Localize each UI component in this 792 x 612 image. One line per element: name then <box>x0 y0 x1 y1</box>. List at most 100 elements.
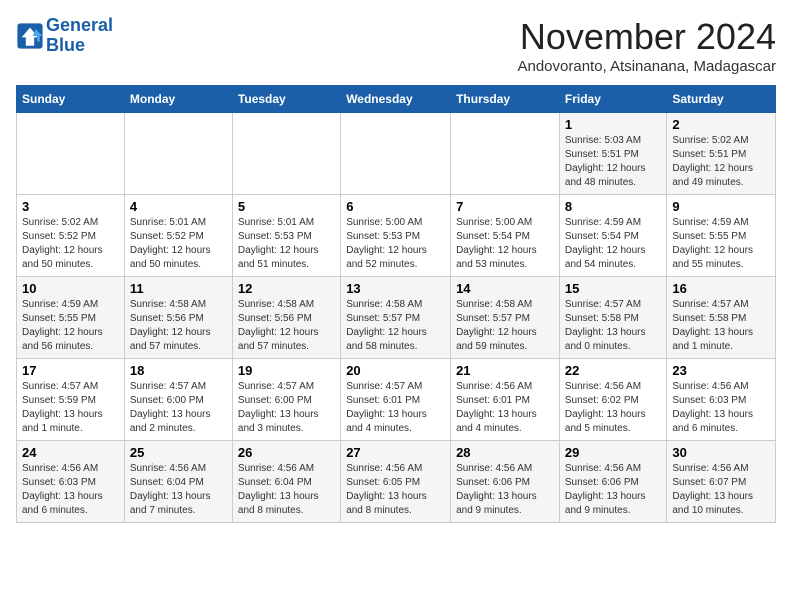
day-info: Sunrise: 5:03 AM Sunset: 5:51 PM Dayligh… <box>565 134 661 190</box>
day-info: Sunrise: 4:58 AM Sunset: 5:57 PM Dayligh… <box>346 298 445 354</box>
day-info: Sunrise: 4:56 AM Sunset: 6:06 PM Dayligh… <box>565 462 661 518</box>
day-info: Sunrise: 4:56 AM Sunset: 6:02 PM Dayligh… <box>565 380 661 436</box>
calendar-cell: 18 Sunrise: 4:57 AM Sunset: 6:00 PM Dayli… <box>124 359 232 441</box>
logo-icon <box>16 22 44 50</box>
day-info: Sunrise: 5:01 AM Sunset: 5:52 PM Dayligh… <box>130 216 227 272</box>
calendar-week-3: 10 Sunrise: 4:59 AM Sunset: 5:55 PM Dayli… <box>17 277 776 359</box>
day-number: 23 <box>672 363 770 378</box>
day-number: 18 <box>130 363 227 378</box>
day-info: Sunrise: 4:58 AM Sunset: 5:57 PM Dayligh… <box>456 298 554 354</box>
calendar-header: Sunday Monday Tuesday Wednesday Thursday… <box>17 86 776 113</box>
day-number: 24 <box>22 445 119 460</box>
calendar-cell: 12 Sunrise: 4:58 AM Sunset: 5:56 PM Dayli… <box>232 277 340 359</box>
calendar-week-2: 3Sunrise: 5:02 AM Sunset: 5:52 PM Daylig… <box>17 195 776 277</box>
logo: General Blue <box>16 16 113 56</box>
calendar-cell <box>451 113 560 195</box>
day-number: 4 <box>130 199 227 214</box>
month-title: November 2024 <box>517 16 776 58</box>
calendar-cell: 8Sunrise: 4:59 AM Sunset: 5:54 PM Daylig… <box>559 195 666 277</box>
day-info: Sunrise: 4:57 AM Sunset: 5:59 PM Dayligh… <box>22 380 119 436</box>
calendar-cell: 20 Sunrise: 4:57 AM Sunset: 6:01 PM Dayli… <box>341 359 451 441</box>
day-number: 11 <box>130 281 227 296</box>
day-number: 30 <box>672 445 770 460</box>
day-info: Sunrise: 4:56 AM Sunset: 6:03 PM Dayligh… <box>672 380 770 436</box>
col-friday: Friday <box>559 86 666 113</box>
calendar-week-4: 17 Sunrise: 4:57 AM Sunset: 5:59 PM Dayli… <box>17 359 776 441</box>
calendar-cell: 28Sunrise: 4:56 AM Sunset: 6:06 PM Dayli… <box>451 441 560 523</box>
calendar-cell: 11 Sunrise: 4:58 AM Sunset: 5:56 PM Dayli… <box>124 277 232 359</box>
day-info: Sunrise: 4:56 AM Sunset: 6:07 PM Dayligh… <box>672 462 770 518</box>
col-sunday: Sunday <box>17 86 125 113</box>
day-info: Sunrise: 4:57 AM Sunset: 5:58 PM Dayligh… <box>672 298 770 354</box>
day-number: 26 <box>238 445 335 460</box>
calendar-cell: 19 Sunrise: 4:57 AM Sunset: 6:00 PM Dayli… <box>232 359 340 441</box>
day-number: 12 <box>238 281 335 296</box>
day-number: 15 <box>565 281 661 296</box>
col-tuesday: Tuesday <box>232 86 340 113</box>
calendar-cell: 5Sunrise: 5:01 AM Sunset: 5:53 PM Daylig… <box>232 195 340 277</box>
title-section: November 2024 Andovoranto, Atsinanana, M… <box>517 16 776 75</box>
day-number: 7 <box>456 199 554 214</box>
day-number: 27 <box>346 445 445 460</box>
day-info: Sunrise: 4:58 AM Sunset: 5:56 PM Dayligh… <box>130 298 227 354</box>
day-number: 17 <box>22 363 119 378</box>
day-info: Sunrise: 5:00 AM Sunset: 5:54 PM Dayligh… <box>456 216 554 272</box>
calendar-body: 1 Sunrise: 5:03 AM Sunset: 5:51 PM Daylig… <box>17 113 776 523</box>
calendar-week-5: 24Sunrise: 4:56 AM Sunset: 6:03 PM Dayli… <box>17 441 776 523</box>
location-subtitle: Andovoranto, Atsinanana, Madagascar <box>517 58 776 75</box>
calendar-cell: 10 Sunrise: 4:59 AM Sunset: 5:55 PM Dayli… <box>17 277 125 359</box>
day-number: 20 <box>346 363 445 378</box>
day-info: Sunrise: 4:59 AM Sunset: 5:55 PM Dayligh… <box>22 298 119 354</box>
calendar-cell: 6Sunrise: 5:00 AM Sunset: 5:53 PM Daylig… <box>341 195 451 277</box>
calendar-cell: 2Sunrise: 5:02 AM Sunset: 5:51 PM Daylig… <box>667 113 776 195</box>
calendar-cell: 4 Sunrise: 5:01 AM Sunset: 5:52 PM Daylig… <box>124 195 232 277</box>
calendar-cell <box>17 113 125 195</box>
day-number: 14 <box>456 281 554 296</box>
calendar-cell: 1 Sunrise: 5:03 AM Sunset: 5:51 PM Daylig… <box>559 113 666 195</box>
calendar-week-1: 1 Sunrise: 5:03 AM Sunset: 5:51 PM Daylig… <box>17 113 776 195</box>
day-info: Sunrise: 4:58 AM Sunset: 5:56 PM Dayligh… <box>238 298 335 354</box>
day-info: Sunrise: 4:57 AM Sunset: 6:00 PM Dayligh… <box>130 380 227 436</box>
calendar-cell: 22 Sunrise: 4:56 AM Sunset: 6:02 PM Dayli… <box>559 359 666 441</box>
calendar-cell: 16 Sunrise: 4:57 AM Sunset: 5:58 PM Dayli… <box>667 277 776 359</box>
col-thursday: Thursday <box>451 86 560 113</box>
calendar-cell <box>124 113 232 195</box>
calendar-cell: 17 Sunrise: 4:57 AM Sunset: 5:59 PM Dayli… <box>17 359 125 441</box>
day-info: Sunrise: 4:59 AM Sunset: 5:55 PM Dayligh… <box>672 216 770 272</box>
day-number: 16 <box>672 281 770 296</box>
day-info: Sunrise: 5:02 AM Sunset: 5:52 PM Dayligh… <box>22 216 119 272</box>
day-number: 19 <box>238 363 335 378</box>
calendar-cell: 23 Sunrise: 4:56 AM Sunset: 6:03 PM Dayli… <box>667 359 776 441</box>
day-number: 29 <box>565 445 661 460</box>
day-info: Sunrise: 4:56 AM Sunset: 6:04 PM Dayligh… <box>238 462 335 518</box>
day-info: Sunrise: 5:00 AM Sunset: 5:53 PM Dayligh… <box>346 216 445 272</box>
day-number: 22 <box>565 363 661 378</box>
day-info: Sunrise: 4:56 AM Sunset: 6:06 PM Dayligh… <box>456 462 554 518</box>
day-number: 2 <box>672 117 770 132</box>
calendar-cell: 26 Sunrise: 4:56 AM Sunset: 6:04 PM Dayli… <box>232 441 340 523</box>
day-info: Sunrise: 4:56 AM Sunset: 6:01 PM Dayligh… <box>456 380 554 436</box>
calendar-cell: 3Sunrise: 5:02 AM Sunset: 5:52 PM Daylig… <box>17 195 125 277</box>
header-row: Sunday Monday Tuesday Wednesday Thursday… <box>17 86 776 113</box>
col-wednesday: Wednesday <box>341 86 451 113</box>
day-info: Sunrise: 4:59 AM Sunset: 5:54 PM Dayligh… <box>565 216 661 272</box>
day-number: 25 <box>130 445 227 460</box>
calendar-cell: 15 Sunrise: 4:57 AM Sunset: 5:58 PM Dayli… <box>559 277 666 359</box>
col-saturday: Saturday <box>667 86 776 113</box>
calendar-cell <box>341 113 451 195</box>
calendar-cell: 27Sunrise: 4:56 AM Sunset: 6:05 PM Dayli… <box>341 441 451 523</box>
day-info: Sunrise: 5:01 AM Sunset: 5:53 PM Dayligh… <box>238 216 335 272</box>
calendar-cell: 25Sunrise: 4:56 AM Sunset: 6:04 PM Dayli… <box>124 441 232 523</box>
day-number: 10 <box>22 281 119 296</box>
day-number: 9 <box>672 199 770 214</box>
day-number: 21 <box>456 363 554 378</box>
calendar-cell: 29 Sunrise: 4:56 AM Sunset: 6:06 PM Dayli… <box>559 441 666 523</box>
top-row: General Blue November 2024 Andovoranto, … <box>16 16 776 79</box>
calendar-cell <box>232 113 340 195</box>
logo-line2: Blue <box>46 36 113 56</box>
day-info: Sunrise: 4:57 AM Sunset: 6:01 PM Dayligh… <box>346 380 445 436</box>
day-info: Sunrise: 4:57 AM Sunset: 5:58 PM Dayligh… <box>565 298 661 354</box>
day-number: 13 <box>346 281 445 296</box>
day-number: 1 <box>565 117 661 132</box>
day-info: Sunrise: 4:57 AM Sunset: 6:00 PM Dayligh… <box>238 380 335 436</box>
